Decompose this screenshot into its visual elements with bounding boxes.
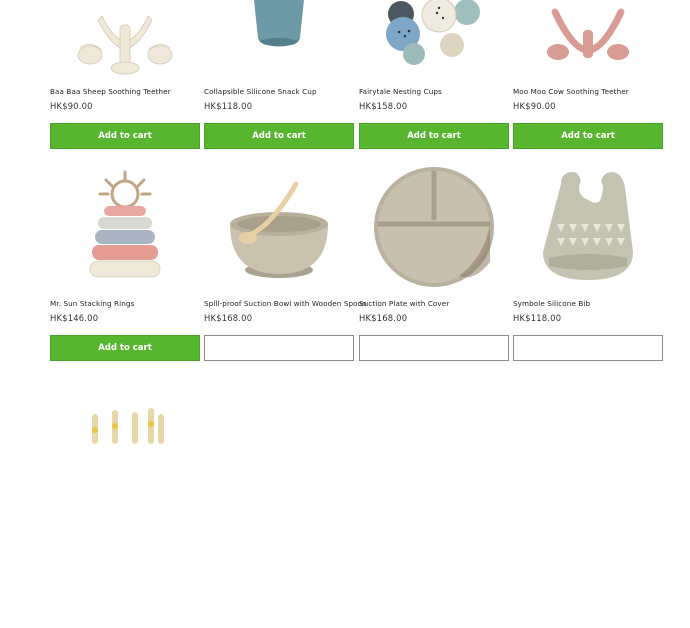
product-title[interactable]: Suction Plate with Cover <box>359 299 513 308</box>
product-card <box>50 396 200 628</box>
sheep-teether-icon[interactable] <box>50 0 200 80</box>
product-price: HK$158.00 <box>359 101 408 111</box>
product-title[interactable]: Moo Moo Cow Soothing Teether <box>513 87 667 96</box>
add-to-cart-button[interactable] <box>204 335 354 361</box>
product-price: HK$168.00 <box>359 313 408 323</box>
wooden-toy-icon[interactable] <box>50 396 200 526</box>
product-card: Spill-proof Suction Bowl with Wooden Spo… <box>204 162 367 394</box>
product-card: Mr. Sun Stacking Rings HK$146.00 Add to … <box>50 162 200 394</box>
product-card: Suction Plate with Cover HK$168.00 <box>359 162 509 394</box>
product-card: Moo Moo Cow Soothing Teether HK$90.00 Ad… <box>513 0 663 182</box>
product-price: HK$118.00 <box>513 313 562 323</box>
product-card: Symbole Silicone Bib HK$118.00 <box>513 162 663 394</box>
add-to-cart-button[interactable]: Add to cart <box>50 335 200 361</box>
product-price: HK$118.00 <box>204 101 253 111</box>
add-to-cart-button[interactable]: Add to cart <box>513 123 663 149</box>
product-price: HK$146.00 <box>50 313 99 323</box>
snack-cup-icon[interactable] <box>204 0 354 80</box>
product-title[interactable]: Spill-proof Suction Bowl with Wooden Spo… <box>204 299 367 308</box>
stacking-rings-icon[interactable] <box>50 162 200 292</box>
product-card: Collapsible Silicone Snack Cup HK$118.00… <box>204 0 354 182</box>
product-row: Baa Baa Sheep Soothing Teether HK$90.00 … <box>50 0 663 182</box>
silicone-bib-icon[interactable] <box>513 162 663 292</box>
cow-teether-icon[interactable] <box>513 0 663 80</box>
nesting-cups-icon[interactable] <box>359 0 509 80</box>
product-card: Baa Baa Sheep Soothing Teether HK$90.00 … <box>50 0 200 182</box>
product-title[interactable]: Symbole Silicone Bib <box>513 299 667 308</box>
product-title[interactable]: Collapsible Silicone Snack Cup <box>204 87 358 96</box>
product-title[interactable]: Fairytale Nesting Cups <box>359 87 513 96</box>
add-to-cart-button[interactable]: Add to cart <box>204 123 354 149</box>
suction-plate-icon[interactable] <box>359 162 509 292</box>
suction-bowl-icon[interactable] <box>204 162 354 292</box>
product-title[interactable]: Mr. Sun Stacking Rings <box>50 299 204 308</box>
product-title[interactable]: Baa Baa Sheep Soothing Teether <box>50 87 204 96</box>
add-to-cart-button[interactable]: Add to cart <box>359 123 509 149</box>
product-card: Fairytale Nesting Cups HK$158.00 Add to … <box>359 0 509 182</box>
product-row: Mr. Sun Stacking Rings HK$146.00 Add to … <box>50 162 663 394</box>
product-price: HK$90.00 <box>513 101 556 111</box>
add-to-cart-button[interactable] <box>513 335 663 361</box>
add-to-cart-button[interactable] <box>359 335 509 361</box>
product-price: HK$90.00 <box>50 101 93 111</box>
product-price: HK$168.00 <box>204 313 253 323</box>
product-row <box>50 396 663 628</box>
add-to-cart-button[interactable]: Add to cart <box>50 123 200 149</box>
